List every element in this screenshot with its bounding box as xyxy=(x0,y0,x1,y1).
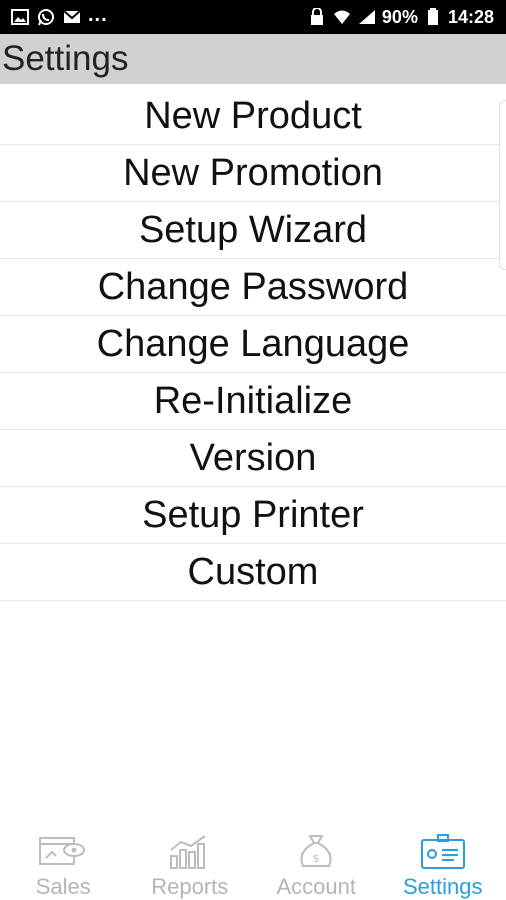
menu-item-change-language[interactable]: Change Language xyxy=(0,316,506,373)
wifi-icon xyxy=(332,7,352,27)
nav-label-account: Account xyxy=(276,874,357,899)
nav-label-reports: Reports xyxy=(151,874,229,899)
menu-item-change-password[interactable]: Change Password xyxy=(0,259,506,316)
gallery-icon xyxy=(10,7,30,27)
settings-menu: New Product New Promotion Setup Wizard C… xyxy=(0,88,506,601)
menu-item-re-initialize[interactable]: Re-Initialize xyxy=(0,373,506,430)
money-bag-icon: $ xyxy=(300,835,332,867)
scrollbar[interactable] xyxy=(499,100,506,270)
menu-item-new-promotion[interactable]: New Promotion xyxy=(0,145,506,202)
clock: 14:28 xyxy=(447,6,494,27)
menu-item-new-product[interactable]: New Product xyxy=(0,88,506,145)
menu-item-setup-printer[interactable]: Setup Printer xyxy=(0,487,506,544)
sales-icon xyxy=(39,837,86,865)
signal-icon xyxy=(357,7,377,27)
svg-text:$: $ xyxy=(313,852,320,865)
nav-item-account[interactable]: $ Account xyxy=(253,826,380,900)
nav-label-sales: Sales xyxy=(35,874,91,899)
nav-item-settings[interactable]: Settings xyxy=(380,826,506,900)
battery-percent: 90% xyxy=(381,6,418,27)
whatsapp-icon xyxy=(36,7,56,27)
status-bar: ... 90% 14:28 xyxy=(0,0,506,34)
menu-item-version[interactable]: Version xyxy=(0,430,506,487)
settings-card-icon xyxy=(420,834,465,869)
nav-label-settings: Settings xyxy=(403,874,483,899)
menu-item-setup-wizard[interactable]: Setup Wizard xyxy=(0,202,506,259)
nav-item-reports[interactable]: Reports xyxy=(127,826,254,900)
header-bar: Settings xyxy=(0,34,506,84)
reports-icon xyxy=(169,835,206,869)
nav-item-sales[interactable]: Sales xyxy=(0,826,127,900)
mail-icon xyxy=(62,7,82,27)
page-title: Settings xyxy=(2,39,129,78)
battery-icon xyxy=(423,7,443,27)
lock-icon xyxy=(307,7,327,27)
menu-item-custom[interactable]: Custom xyxy=(0,544,506,601)
bottom-nav: Sales Reports $ Account Settings xyxy=(0,826,506,900)
notification-overflow: ... xyxy=(88,4,108,26)
